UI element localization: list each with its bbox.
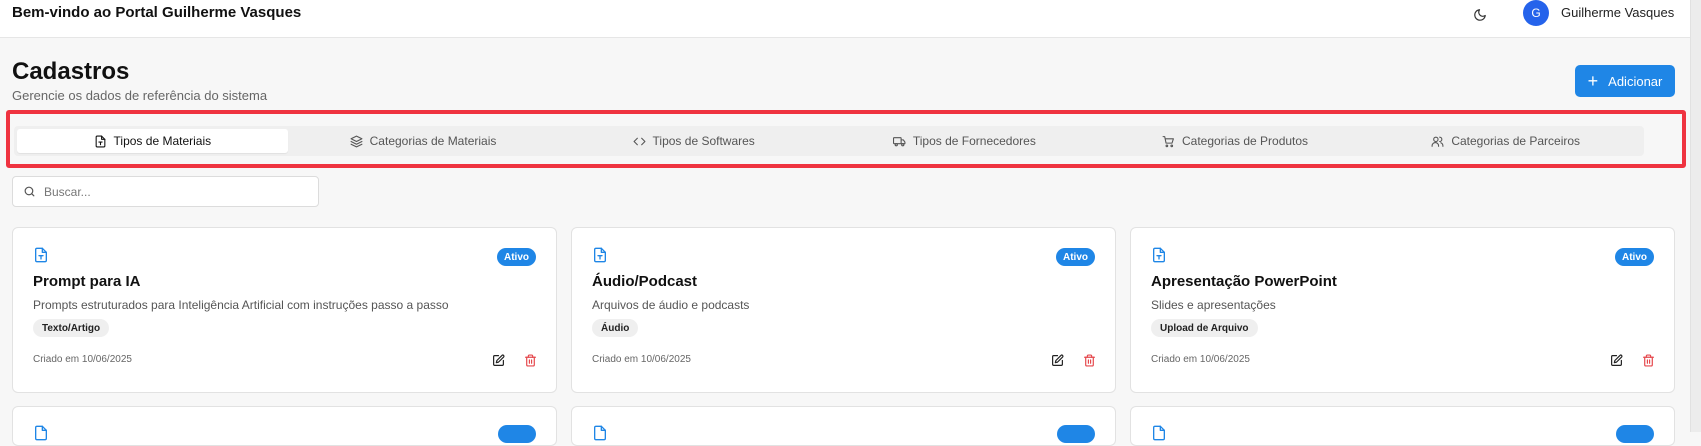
tab-label: Tipos de Softwares bbox=[652, 134, 755, 148]
created-date: Criado em 10/06/2025 bbox=[592, 354, 691, 365]
material-card[interactable]: Ativo Áudio/Podcast Arquivos de áudio e … bbox=[571, 227, 1116, 393]
status-badge: Ativo bbox=[497, 248, 536, 266]
category-tag: Upload de Arquivo bbox=[1151, 319, 1258, 337]
add-button-label: Adicionar bbox=[1608, 73, 1663, 89]
tab-label: Categorias de Produtos bbox=[1181, 134, 1309, 148]
tab-label: Tipos de Materiais bbox=[113, 134, 212, 148]
trash-icon bbox=[1083, 353, 1095, 367]
status-badge bbox=[1616, 425, 1654, 443]
cart-icon bbox=[1162, 135, 1174, 147]
status-badge bbox=[1057, 425, 1095, 443]
layers-icon bbox=[350, 135, 363, 147]
add-button[interactable]: + Adicionar bbox=[1575, 65, 1675, 97]
top-bar: Bem-vindo ao Portal Guilherme Vasques G … bbox=[0, 0, 1701, 38]
card-description: Prompts estruturados para Inteligência A… bbox=[33, 298, 449, 312]
tab-tipos-de-softwares[interactable]: Tipos de Softwares bbox=[558, 129, 829, 153]
trash-icon bbox=[1642, 353, 1654, 367]
user-name[interactable]: Guilherme Vasques bbox=[1561, 5, 1674, 20]
scrollbar[interactable] bbox=[1690, 0, 1701, 432]
material-card[interactable] bbox=[12, 406, 557, 446]
card-title: Prompt para IA bbox=[33, 273, 141, 290]
code-icon bbox=[633, 137, 645, 145]
file-type-icon bbox=[35, 425, 47, 441]
edit-button[interactable] bbox=[489, 351, 507, 369]
trash-icon bbox=[524, 353, 536, 367]
tab-categorias-de-parceiros[interactable]: Categorias de Parceiros bbox=[1370, 129, 1641, 153]
users-icon bbox=[1431, 136, 1444, 147]
edit-icon bbox=[1610, 353, 1623, 366]
truck-icon bbox=[892, 136, 906, 146]
status-badge: Ativo bbox=[1615, 248, 1654, 266]
file-type-icon bbox=[95, 135, 105, 147]
tab-list: Tipos de Materiais Categorias de Materia… bbox=[14, 126, 1644, 156]
tab-categorias-de-produtos[interactable]: Categorias de Produtos bbox=[1100, 129, 1371, 153]
search-input[interactable] bbox=[44, 184, 294, 199]
edit-icon bbox=[492, 353, 505, 366]
edit-button[interactable] bbox=[1048, 351, 1066, 369]
file-type-icon bbox=[1153, 247, 1165, 263]
delete-button[interactable] bbox=[1080, 351, 1098, 369]
category-tag: Áudio bbox=[592, 319, 639, 337]
tab-label: Categorias de Parceiros bbox=[1451, 134, 1581, 148]
delete-button[interactable] bbox=[521, 351, 539, 369]
search-box bbox=[12, 176, 319, 207]
page-subtitle: Gerencie os dados de referência do siste… bbox=[12, 88, 268, 103]
page-title: Cadastros bbox=[12, 58, 130, 85]
file-type-icon bbox=[35, 247, 47, 263]
material-card[interactable] bbox=[571, 406, 1116, 446]
delete-button[interactable] bbox=[1639, 351, 1657, 369]
avatar[interactable]: G bbox=[1523, 0, 1549, 26]
created-date: Criado em 10/06/2025 bbox=[1151, 354, 1250, 365]
edit-button[interactable] bbox=[1607, 351, 1625, 369]
file-type-icon bbox=[1153, 425, 1165, 441]
search-icon bbox=[24, 186, 35, 197]
created-date: Criado em 10/06/2025 bbox=[33, 354, 132, 365]
theme-toggle-button[interactable] bbox=[1468, 3, 1492, 27]
plus-icon: + bbox=[1587, 71, 1599, 91]
status-badge: Ativo bbox=[1056, 248, 1095, 266]
card-title: Apresentação PowerPoint bbox=[1151, 273, 1337, 290]
material-card[interactable]: Ativo Apresentação PowerPoint Slides e a… bbox=[1130, 227, 1675, 393]
edit-icon bbox=[1051, 353, 1064, 366]
card-description: Slides e apresentações bbox=[1151, 298, 1276, 312]
tab-tipos-de-materiais[interactable]: Tipos de Materiais bbox=[17, 129, 288, 153]
material-card[interactable]: Ativo Prompt para IA Prompts estruturado… bbox=[12, 227, 557, 393]
tab-label: Categorias de Materiais bbox=[369, 134, 497, 148]
card-title: Áudio/Podcast bbox=[592, 273, 698, 290]
file-type-icon bbox=[594, 247, 606, 263]
file-type-icon bbox=[594, 425, 606, 441]
welcome-text: Bem-vindo ao Portal Guilherme Vasques bbox=[12, 4, 302, 21]
tab-categorias-de-materiais[interactable]: Categorias de Materiais bbox=[288, 129, 559, 153]
status-badge bbox=[498, 425, 536, 443]
material-card[interactable] bbox=[1130, 406, 1675, 446]
moon-icon bbox=[1474, 9, 1486, 21]
tab-tipos-de-fornecedores[interactable]: Tipos de Fornecedores bbox=[829, 129, 1100, 153]
tab-label: Tipos de Fornecedores bbox=[912, 134, 1036, 148]
category-tag: Texto/Artigo bbox=[33, 319, 110, 337]
card-description: Arquivos de áudio e podcasts bbox=[592, 298, 750, 312]
